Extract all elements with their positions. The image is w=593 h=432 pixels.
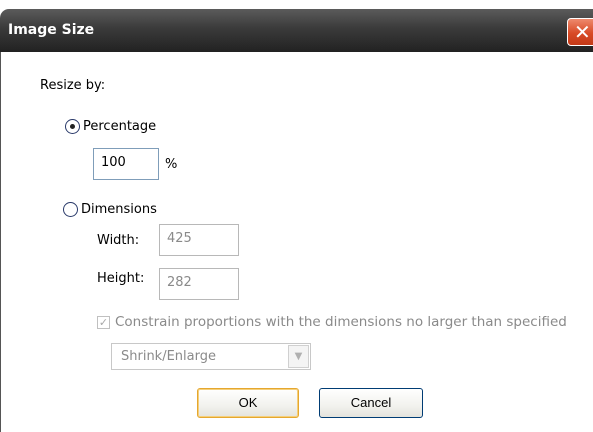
height-label: Height: — [97, 271, 145, 286]
percent-unit: % — [165, 157, 178, 172]
width-input[interactable]: 425 — [159, 224, 239, 256]
chevron-down-icon[interactable]: ▼ — [288, 345, 309, 368]
resize-by-label: Resize by: — [40, 78, 106, 93]
close-button[interactable]: ✕ — [567, 18, 593, 46]
constrain-checkbox[interactable]: ✓ — [97, 316, 110, 329]
dialog-title: Image Size — [8, 22, 95, 38]
resize-mode-value: Shrink/Enlarge — [121, 349, 216, 364]
cancel-button[interactable]: Cancel — [319, 388, 423, 418]
checkmark-icon: ✓ — [98, 316, 109, 329]
percentage-input[interactable]: 100 — [93, 148, 159, 180]
width-label: Width: — [97, 233, 140, 248]
constrain-label[interactable]: Constrain proportions with the dimension… — [115, 314, 567, 330]
dialog-body: Resize by: Percentage 100 % Dimensions W… — [0, 52, 593, 432]
dimensions-label[interactable]: Dimensions — [81, 202, 157, 217]
resize-mode-select[interactable]: Shrink/Enlarge ▼ — [111, 343, 311, 370]
percentage-label[interactable]: Percentage — [83, 119, 156, 134]
close-icon: ✕ — [574, 20, 591, 44]
ok-button[interactable]: OK — [197, 388, 299, 418]
height-input[interactable]: 282 — [159, 268, 239, 300]
dimensions-radio[interactable] — [63, 202, 78, 217]
title-bar: Image Size — [0, 9, 593, 52]
percentage-radio[interactable] — [65, 119, 80, 134]
image-size-dialog: Image Size ✕ Resize by: Percentage 100 %… — [0, 0, 593, 432]
